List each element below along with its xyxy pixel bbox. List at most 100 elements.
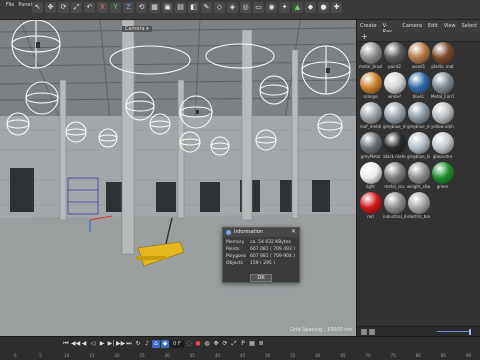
grid-view-icon[interactable]	[361, 329, 367, 335]
viewport-camera-tab[interactable]: Camera ▾	[122, 26, 152, 32]
panel-menu-select[interactable]: Select	[459, 20, 480, 32]
material-thumbnail[interactable]: greyblue_rc	[407, 102, 430, 129]
material-thumbnail[interactable]: black mate	[383, 132, 406, 159]
motion-icon[interactable]: ◌	[185, 340, 193, 348]
panel-menu-view[interactable]: View	[441, 20, 459, 32]
live-selection-icon[interactable]: ↖	[32, 2, 43, 13]
close-icon[interactable]: ✕	[291, 228, 296, 235]
row-value: 607 081 ( 709 493 )	[250, 247, 296, 252]
frame-ruler[interactable]: 0 5 10 15 20 25 30 35 40 45 50 55 60 65 70 75 80 85 90	[0, 351, 480, 360]
material-thumbnail[interactable]: yellow alpha	[431, 102, 454, 129]
prev-key-icon[interactable]: ◀◀	[71, 340, 80, 348]
material-thumbnail[interactable]: red	[359, 192, 382, 219]
light-icon[interactable]: ✦	[279, 2, 290, 13]
axis-x-icon[interactable]: X	[97, 2, 108, 13]
camera-icon[interactable]: ◉	[266, 2, 277, 13]
3d-viewport[interactable]: Camera ▾ Grid Spacing : 10000 cm	[0, 20, 356, 336]
material-thumbnail[interactable]: metal_brush	[359, 42, 382, 69]
material-thumbnail[interactable]: orange	[359, 72, 382, 99]
array-icon[interactable]: ◈	[227, 2, 238, 13]
material-thumbnail[interactable]: light	[359, 162, 382, 189]
material-thumbnail[interactable]: paint2	[383, 42, 406, 69]
panel-menu-create[interactable]: Create	[357, 20, 380, 32]
sound-icon[interactable]: ♪	[143, 340, 151, 348]
current-frame-field[interactable]: 0 F	[170, 340, 184, 348]
add-material-button[interactable]: +	[361, 32, 368, 42]
material-thumbnail[interactable]: green	[431, 162, 454, 189]
record-icon[interactable]: ●	[194, 340, 202, 348]
material-thumbnail[interactable]: white?	[383, 72, 406, 99]
material-thumbnail[interactable]: blue1	[407, 72, 430, 99]
material-thumbnail[interactable]: roof_metal	[359, 102, 382, 129]
panel-menu-camera[interactable]: Camera	[399, 20, 425, 32]
material-label: orange	[363, 94, 378, 99]
material-preview-sphere	[431, 42, 454, 64]
keyframe-select-icon[interactable]: ◆	[161, 340, 169, 348]
next-key-icon[interactable]: ▶▶	[116, 340, 125, 348]
autokey-icon[interactable]: ⌂	[152, 340, 160, 348]
next-frame-icon[interactable]: ▶|	[107, 340, 115, 348]
sphere-icon[interactable]: ●	[318, 2, 329, 13]
thumbnail-size-slider[interactable]	[437, 331, 471, 332]
ok-button[interactable]: OK	[250, 274, 272, 282]
menu-item-file[interactable]: File	[4, 0, 16, 9]
play-backward-icon[interactable]: ◁	[89, 340, 97, 348]
material-thumbnail[interactable]: glassvitre	[431, 132, 454, 159]
plugin-icon[interactable]: ✚	[331, 2, 342, 13]
ruler-tick-label: 60	[315, 353, 321, 358]
material-thumbnail[interactable]: plastic mat	[431, 42, 454, 69]
key-param-icon[interactable]: P	[239, 340, 247, 348]
generator-icon[interactable]: ◆	[305, 2, 316, 13]
material-thumbnail[interactable]: wood1	[407, 42, 430, 69]
panel-menu-edit[interactable]: Edit	[425, 20, 441, 32]
material-thumbnail[interactable]: greyblue_m	[383, 102, 406, 129]
material-thumbnail[interactable]: weight_shw	[407, 162, 430, 189]
ruler-tick-label: 5	[39, 353, 42, 358]
pen-icon[interactable]: ✎	[201, 2, 212, 13]
rotate-icon[interactable]: ⟳	[58, 2, 69, 13]
material-label: black mate	[383, 154, 406, 159]
world-coords-icon[interactable]: ⟲	[136, 2, 147, 13]
scale-icon[interactable]: ⤢	[71, 2, 82, 13]
undo-icon[interactable]: ↶	[84, 2, 95, 13]
render-settings-icon[interactable]: ▤	[175, 2, 186, 13]
material-thumbnail[interactable]: electric_box	[407, 192, 430, 219]
prev-frame-icon[interactable]: ◀	[80, 340, 88, 348]
record-settings-icon[interactable]: ◍	[203, 340, 211, 348]
loop-icon[interactable]: ↻	[134, 340, 142, 348]
material-preview-sphere	[407, 72, 430, 94]
ruler-tick-label: 70	[365, 353, 371, 358]
axis-y-icon[interactable]: Y	[110, 2, 121, 13]
subdivision-icon[interactable]: ◇	[214, 2, 225, 13]
tag-icon[interactable]: ▲	[292, 2, 303, 13]
material-thumbnail[interactable]: greyMetal	[359, 132, 382, 159]
material-preview-sphere	[431, 102, 454, 124]
slider-handle[interactable]	[469, 329, 471, 335]
material-thumbnail[interactable]: industrial_d	[383, 192, 406, 219]
key-position-icon[interactable]: ✥	[212, 340, 220, 348]
info-icon	[226, 230, 231, 235]
deformer-icon[interactable]: ◎	[240, 2, 251, 13]
render-region-icon[interactable]: ▦	[149, 2, 160, 13]
move-icon[interactable]: ✥	[45, 2, 56, 13]
go-to-end-icon[interactable]: ⏭	[125, 340, 133, 348]
material-thumbnail[interactable]: Metal_Corr1	[431, 72, 454, 99]
list-view-icon[interactable]	[369, 329, 375, 335]
play-icon[interactable]: ▶	[98, 340, 106, 348]
material-thumbnail[interactable]: metal_scu	[383, 162, 406, 189]
panel-menu-vray[interactable]: V-Ray	[380, 20, 400, 35]
key-rotation-icon[interactable]: ⟳	[221, 340, 229, 348]
cube-icon[interactable]: ◧	[188, 2, 199, 13]
interpolation-icon[interactable]: ≣	[257, 340, 265, 348]
key-pla-icon[interactable]: ▦	[248, 340, 256, 348]
material-preview-sphere	[407, 42, 430, 64]
key-scale-icon[interactable]: ⤢	[230, 340, 238, 348]
ruler-tick-label: 90	[466, 353, 472, 358]
axis-z-icon[interactable]: Z	[123, 2, 134, 13]
material-preview-sphere	[359, 42, 382, 64]
floor-icon[interactable]: ▭	[253, 2, 264, 13]
go-to-start-icon[interactable]: ⏮	[62, 340, 70, 348]
ruler-tick-label: 30	[164, 353, 170, 358]
render-view-icon[interactable]: ▣	[162, 2, 173, 13]
material-thumbnail[interactable]: greyblue_hi	[407, 132, 430, 159]
